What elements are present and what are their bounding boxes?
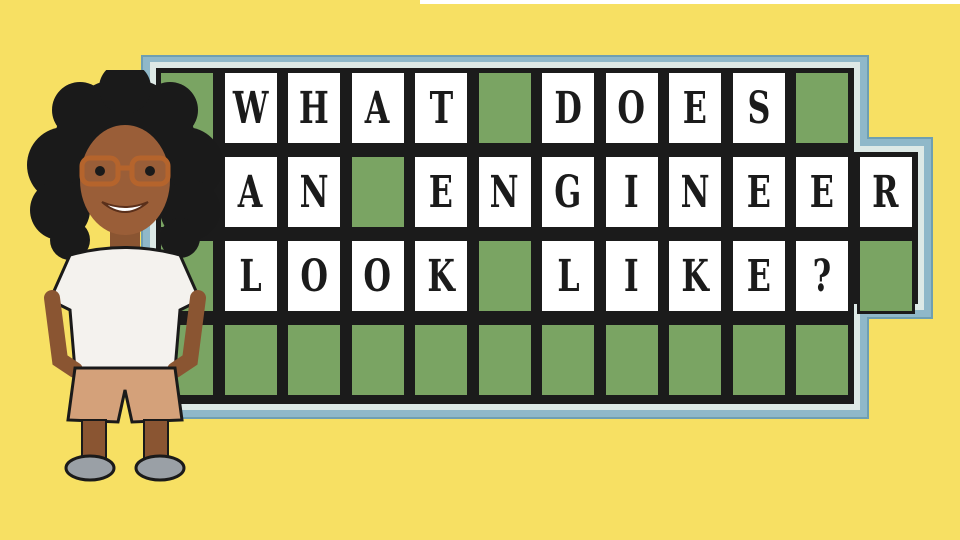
letter-tile: A: [348, 70, 407, 146]
blank-tile: [412, 322, 470, 398]
blank-tile: [221, 322, 280, 398]
letter-tile: I: [602, 154, 661, 230]
tile-letter: H: [299, 82, 329, 134]
blank-tile: [729, 322, 788, 398]
blank-tile: [348, 154, 407, 230]
letter-tile: H: [285, 70, 343, 146]
blank-tile: [793, 70, 851, 146]
blank-tile: [793, 322, 851, 398]
tile-letter: E: [746, 250, 771, 302]
tile-letter: K: [427, 250, 455, 302]
letter-tile: O: [348, 238, 407, 314]
tile-letter: O: [617, 82, 646, 134]
blank-tile: [348, 322, 407, 398]
tile-letter: E: [809, 166, 835, 218]
tile-letter: S: [747, 82, 770, 134]
tile-letter: A: [238, 166, 263, 218]
letter-tile: E: [412, 154, 470, 230]
tile-letter: E: [428, 166, 454, 218]
tile-letter: A: [365, 82, 390, 134]
tile-letter: K: [681, 250, 709, 302]
letter-tile: L: [539, 238, 597, 314]
letter-tile: O: [602, 70, 661, 146]
shirt: [48, 246, 202, 372]
blank-tile: [539, 322, 597, 398]
letter-tile: G: [539, 154, 597, 230]
letter-tile: L: [221, 238, 280, 314]
letter-tile: D: [539, 70, 597, 146]
letter-tile: N: [285, 154, 343, 230]
tile-letter: ?: [812, 250, 832, 302]
tile-letter: E: [746, 166, 771, 218]
blank-tile: [285, 322, 343, 398]
avatar: [27, 70, 223, 482]
tile-letter: N: [299, 166, 329, 218]
blank-tile: [475, 322, 534, 398]
tile-letter: W: [232, 82, 269, 134]
letter-tile: O: [285, 238, 343, 314]
tile-letter: L: [556, 250, 580, 302]
tile-letter: T: [429, 82, 453, 134]
letter-tile: K: [666, 238, 724, 314]
tile-letter: R: [872, 166, 899, 218]
blank-tile: [475, 70, 534, 146]
letter-tile: E: [793, 154, 851, 230]
blank-tile: [666, 322, 724, 398]
letter-tile: A: [221, 154, 280, 230]
tile-letter: I: [624, 166, 639, 218]
letter-tile: K: [412, 238, 470, 314]
letter-tile: R: [856, 154, 915, 230]
letter-tile: I: [602, 238, 661, 314]
shoe-icon: [64, 454, 186, 482]
letter-tile: W: [221, 70, 280, 146]
tile-letter: G: [554, 166, 582, 218]
tile-letter: N: [490, 166, 519, 218]
letter-tile: E: [729, 238, 788, 314]
tile-letter: I: [624, 250, 639, 302]
letter-tile: T: [412, 70, 470, 146]
letter-tile: N: [666, 154, 724, 230]
letter-tile: E: [666, 70, 724, 146]
blank-tile: [475, 238, 534, 314]
blank-tile: [856, 238, 915, 314]
blank-tile: [602, 322, 661, 398]
letter-tile: ?: [793, 238, 851, 314]
shorts: [66, 366, 184, 424]
letter-tile: E: [729, 154, 788, 230]
tile-letter: E: [682, 82, 708, 134]
tile-letter: O: [300, 250, 328, 302]
letter-tile: S: [729, 70, 788, 146]
tile-letter: O: [363, 250, 392, 302]
tile-letter: L: [239, 250, 262, 302]
tile-letter: D: [554, 82, 582, 134]
letter-tile: N: [475, 154, 534, 230]
tile-letter: N: [680, 166, 710, 218]
